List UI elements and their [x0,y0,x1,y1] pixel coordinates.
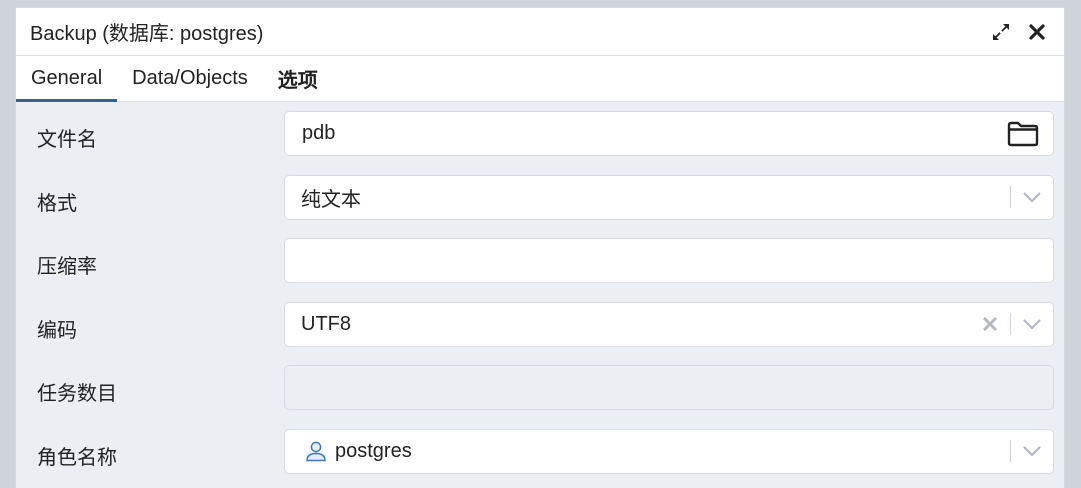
folder-icon[interactable] [1007,121,1039,147]
tab-bar: General Data/Objects 选项 [16,56,1064,102]
form-row-filename: 文件名 pdb [16,111,1064,175]
user-icon [305,440,327,462]
role-label: 角色名称 [37,446,117,469]
tab-data-objects[interactable]: Data/Objects [117,56,263,101]
close-button[interactable] [1024,19,1050,45]
expand-button[interactable] [988,19,1014,45]
encoding-value: UTF8 [301,312,351,335]
dialog-title: Backup (数据库: postgres) [30,23,264,45]
clear-icon[interactable] [980,316,1000,332]
format-value: 纯文本 [301,188,361,211]
filename-label: 文件名 [37,129,97,151]
format-select[interactable]: 纯文本 [284,174,1054,220]
jobs-input [284,365,1054,410]
backup-dialog: Backup (数据库: postgres) General Data/Obje… [15,7,1065,488]
general-form: 文件名 pdb 格式 纯文本 压缩率 编码 UTF8 任务数目 角色名称 pos… [16,102,1064,488]
expand-arrows-icon [991,22,1011,42]
form-row-encoding: 编码 UTF8 [16,301,1064,366]
tab-general[interactable]: General [16,56,118,102]
filename-value: pdb [302,122,336,144]
role-value: postgres [335,439,412,462]
form-row-jobs: 任务数目 [16,365,1064,429]
dialog-titlebar[interactable]: Backup (数据库: postgres) [16,8,1064,56]
form-row-compression: 压缩率 [16,238,1064,302]
encoding-select[interactable]: UTF8 [284,301,1054,347]
chevron-down-icon[interactable] [1011,445,1053,457]
form-row-role: 角色名称 postgres [16,428,1064,488]
format-label: 格式 [37,192,77,215]
tab-options[interactable]: 选项 [263,56,333,101]
form-row-format: 格式 纯文本 [16,174,1064,239]
role-select[interactable]: postgres [284,428,1054,474]
encoding-label: 编码 [37,319,77,342]
chevron-down-icon[interactable] [1011,318,1053,330]
compression-label: 压缩率 [37,256,97,278]
compression-input[interactable] [284,238,1054,283]
filename-input[interactable]: pdb [284,111,1054,156]
chevron-down-icon[interactable] [1011,191,1053,203]
close-icon [1028,23,1046,41]
jobs-label: 任务数目 [37,383,117,405]
